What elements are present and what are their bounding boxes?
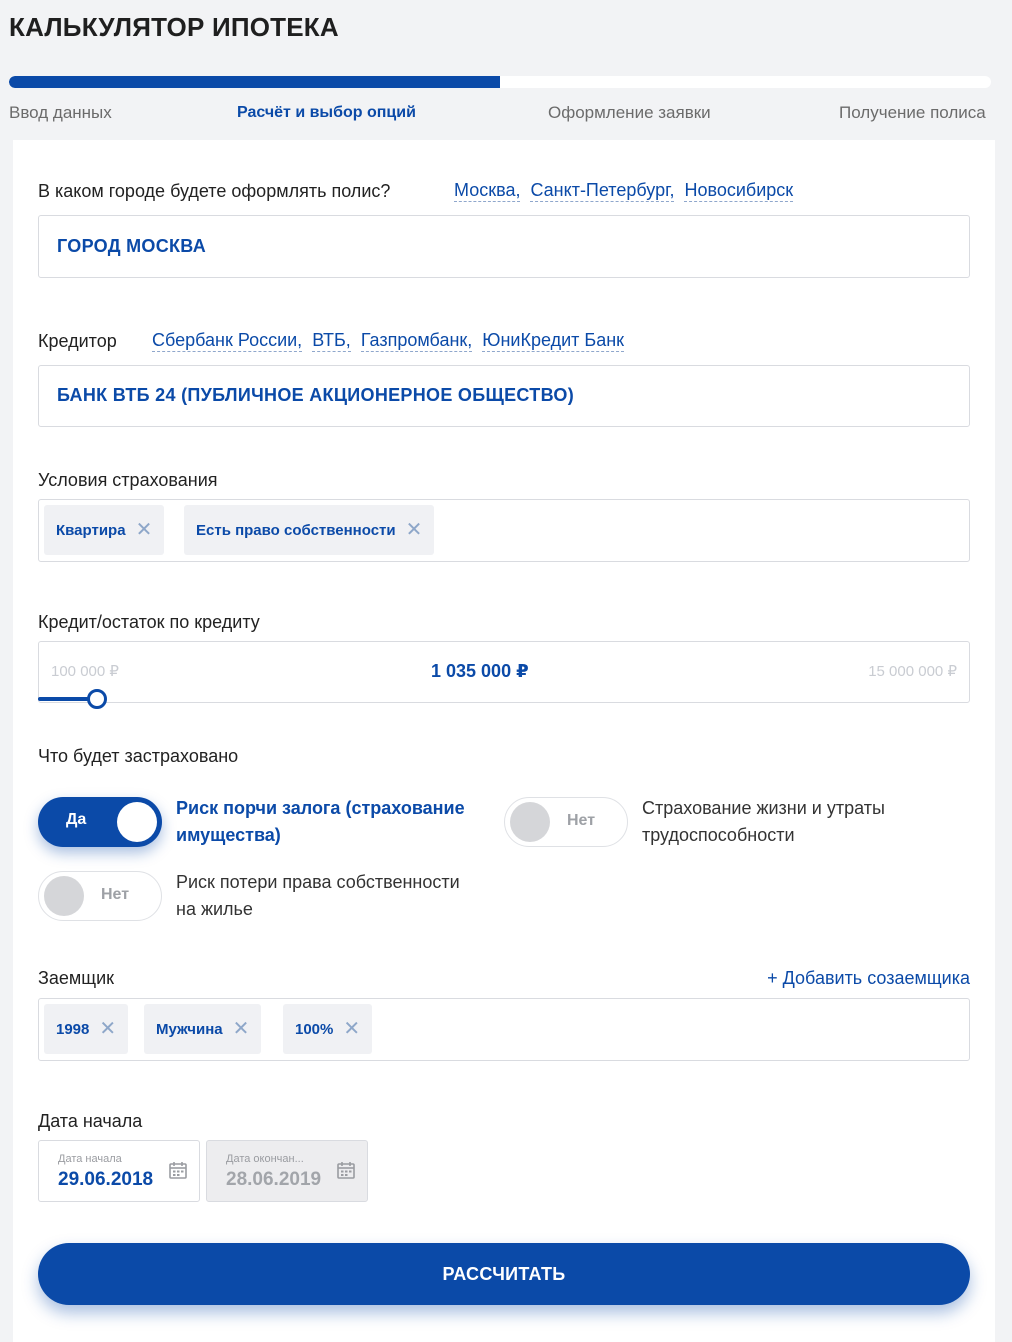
toggle-life[interactable]: Нет (504, 797, 628, 847)
chip-label: 1998 (56, 1020, 90, 1038)
close-icon[interactable]: ✕ (233, 1019, 250, 1039)
end-date-field: Дата окончан... 28.06.2019 (206, 1140, 368, 1202)
conditions-select[interactable]: Квартира ✕ Есть право собственности ✕ (38, 499, 970, 562)
close-icon[interactable]: ✕ (343, 1019, 360, 1039)
chip-label: Квартира (56, 521, 126, 539)
toggle-state: Нет (567, 812, 596, 829)
caption-line: трудоспособности (642, 825, 795, 845)
end-date-value: 28.06.2019 (226, 1169, 322, 1190)
calculate-button[interactable]: РАССЧИТАТЬ (38, 1243, 970, 1305)
start-date-field[interactable]: Дата начала 29.06.2018 (38, 1140, 200, 1202)
creditor-link-sberbank[interactable]: Сбербанк России, (152, 329, 303, 352)
caption-line: Риск порчи залога (страхование (176, 798, 465, 818)
city-select[interactable]: ГОРОД МОСКВА (38, 215, 970, 278)
creditor-link-unicredit[interactable]: ЮниКредит Банк (482, 329, 625, 352)
toggle-state: Да (66, 811, 87, 828)
city-link-novosibirsk[interactable]: Новосибирск (684, 179, 794, 202)
caption-line: Страхование жизни и утраты (642, 798, 885, 818)
credit-value: 1 035 000 ₽ (431, 661, 529, 681)
dates-label: Дата начала (38, 1111, 143, 1131)
close-icon[interactable]: ✕ (136, 520, 153, 540)
borrower-chip[interactable]: Мужчина ✕ (144, 1004, 262, 1054)
borrower-label: Заемщик (38, 968, 115, 988)
conditions-label: Условия страхования (38, 470, 218, 490)
step-input-data: Ввод данных (9, 103, 112, 122)
chip-label: 100% (295, 1020, 334, 1038)
toggle-knob (117, 802, 157, 842)
city-link-moscow[interactable]: Москва, (454, 179, 521, 202)
creditor-value: БАНК ВТБ 24 (ПУБЛИЧНОЕ АКЦИОНЕРНОЕ ОБЩЕС… (57, 385, 575, 405)
slider-handle[interactable] (87, 689, 107, 709)
toggle-knob (44, 876, 84, 916)
condition-chip[interactable]: Квартира ✕ (44, 505, 165, 555)
caption-line: на жилье (176, 899, 253, 919)
city-quick-links: Москва, Санкт-Петербург, Новосибирск (454, 179, 794, 202)
toggle-title[interactable]: Нет (38, 871, 162, 921)
toggle-state: Нет (101, 886, 130, 903)
start-date-label: Дата начала (58, 1153, 122, 1165)
condition-chip[interactable]: Есть право собственности ✕ (184, 505, 435, 555)
progress-fill (9, 76, 500, 88)
credit-label: Кредит/остаток по кредиту (38, 612, 260, 632)
step-application: Оформление заявки (548, 103, 711, 122)
borrower-chip[interactable]: 1998 ✕ (44, 1004, 129, 1054)
insured-label: Что будет застраховано (38, 746, 239, 766)
step-policy: Получение полиса (839, 103, 986, 122)
calculator-form: В каком городе будете оформлять полис? М… (13, 140, 995, 1342)
toggle-collateral[interactable]: Да (38, 797, 162, 847)
caption-line: имущества) (176, 825, 281, 845)
chip-label: Есть право собственности (196, 521, 396, 539)
creditor-link-vtb[interactable]: ВТБ, (312, 329, 351, 352)
borrower-chip[interactable]: 100% ✕ (283, 1004, 373, 1054)
close-icon[interactable]: ✕ (406, 520, 423, 540)
credit-slider[interactable]: 100 000 ₽ 1 035 000 ₽ 15 000 000 ₽ (38, 641, 970, 709)
city-question: В каком городе будете оформлять полис? (38, 181, 391, 201)
toggle-caption-collateral: Риск порчи залога (страхование имущества… (176, 795, 465, 849)
creditor-quick-links: Сбербанк России, ВТБ, Газпромбанк, ЮниКр… (152, 329, 625, 352)
chip-label: Мужчина (156, 1020, 223, 1038)
slider-min: 100 000 ₽ (51, 663, 119, 680)
borrower-select[interactable]: 1998 ✕ Мужчина ✕ 100% ✕ (38, 998, 970, 1061)
progress-bar (9, 76, 991, 88)
add-coborrower-link[interactable]: + Добавить созаемщика (767, 968, 970, 989)
close-icon[interactable]: ✕ (99, 1019, 116, 1039)
creditor-select[interactable]: БАНК ВТБ 24 (ПУБЛИЧНОЕ АКЦИОНЕРНОЕ ОБЩЕС… (38, 365, 970, 427)
city-value: ГОРОД МОСКВА (57, 236, 207, 256)
toggle-caption-title: Риск потери права собственности на жилье (176, 869, 460, 923)
creditor-label: Кредитор (38, 331, 117, 351)
start-date-value: 29.06.2018 (58, 1169, 154, 1190)
calendar-icon[interactable] (169, 1161, 187, 1179)
calendar-icon (337, 1162, 355, 1179)
page-title: КАЛЬКУЛЯТОР ИПОТЕКА (9, 12, 339, 42)
caption-line: Риск потери права собственности (176, 872, 460, 892)
slider-max: 15 000 000 ₽ (868, 663, 957, 680)
toggle-knob (510, 802, 550, 842)
creditor-link-gazprombank[interactable]: Газпромбанк, (360, 329, 473, 352)
end-date-label: Дата окончан... (226, 1153, 304, 1165)
step-calculation: Расчёт и выбор опций (237, 104, 416, 121)
toggle-caption-life: Страхование жизни и утраты трудоспособно… (642, 795, 885, 849)
city-link-spb[interactable]: Санкт-Петербург, (530, 179, 675, 202)
